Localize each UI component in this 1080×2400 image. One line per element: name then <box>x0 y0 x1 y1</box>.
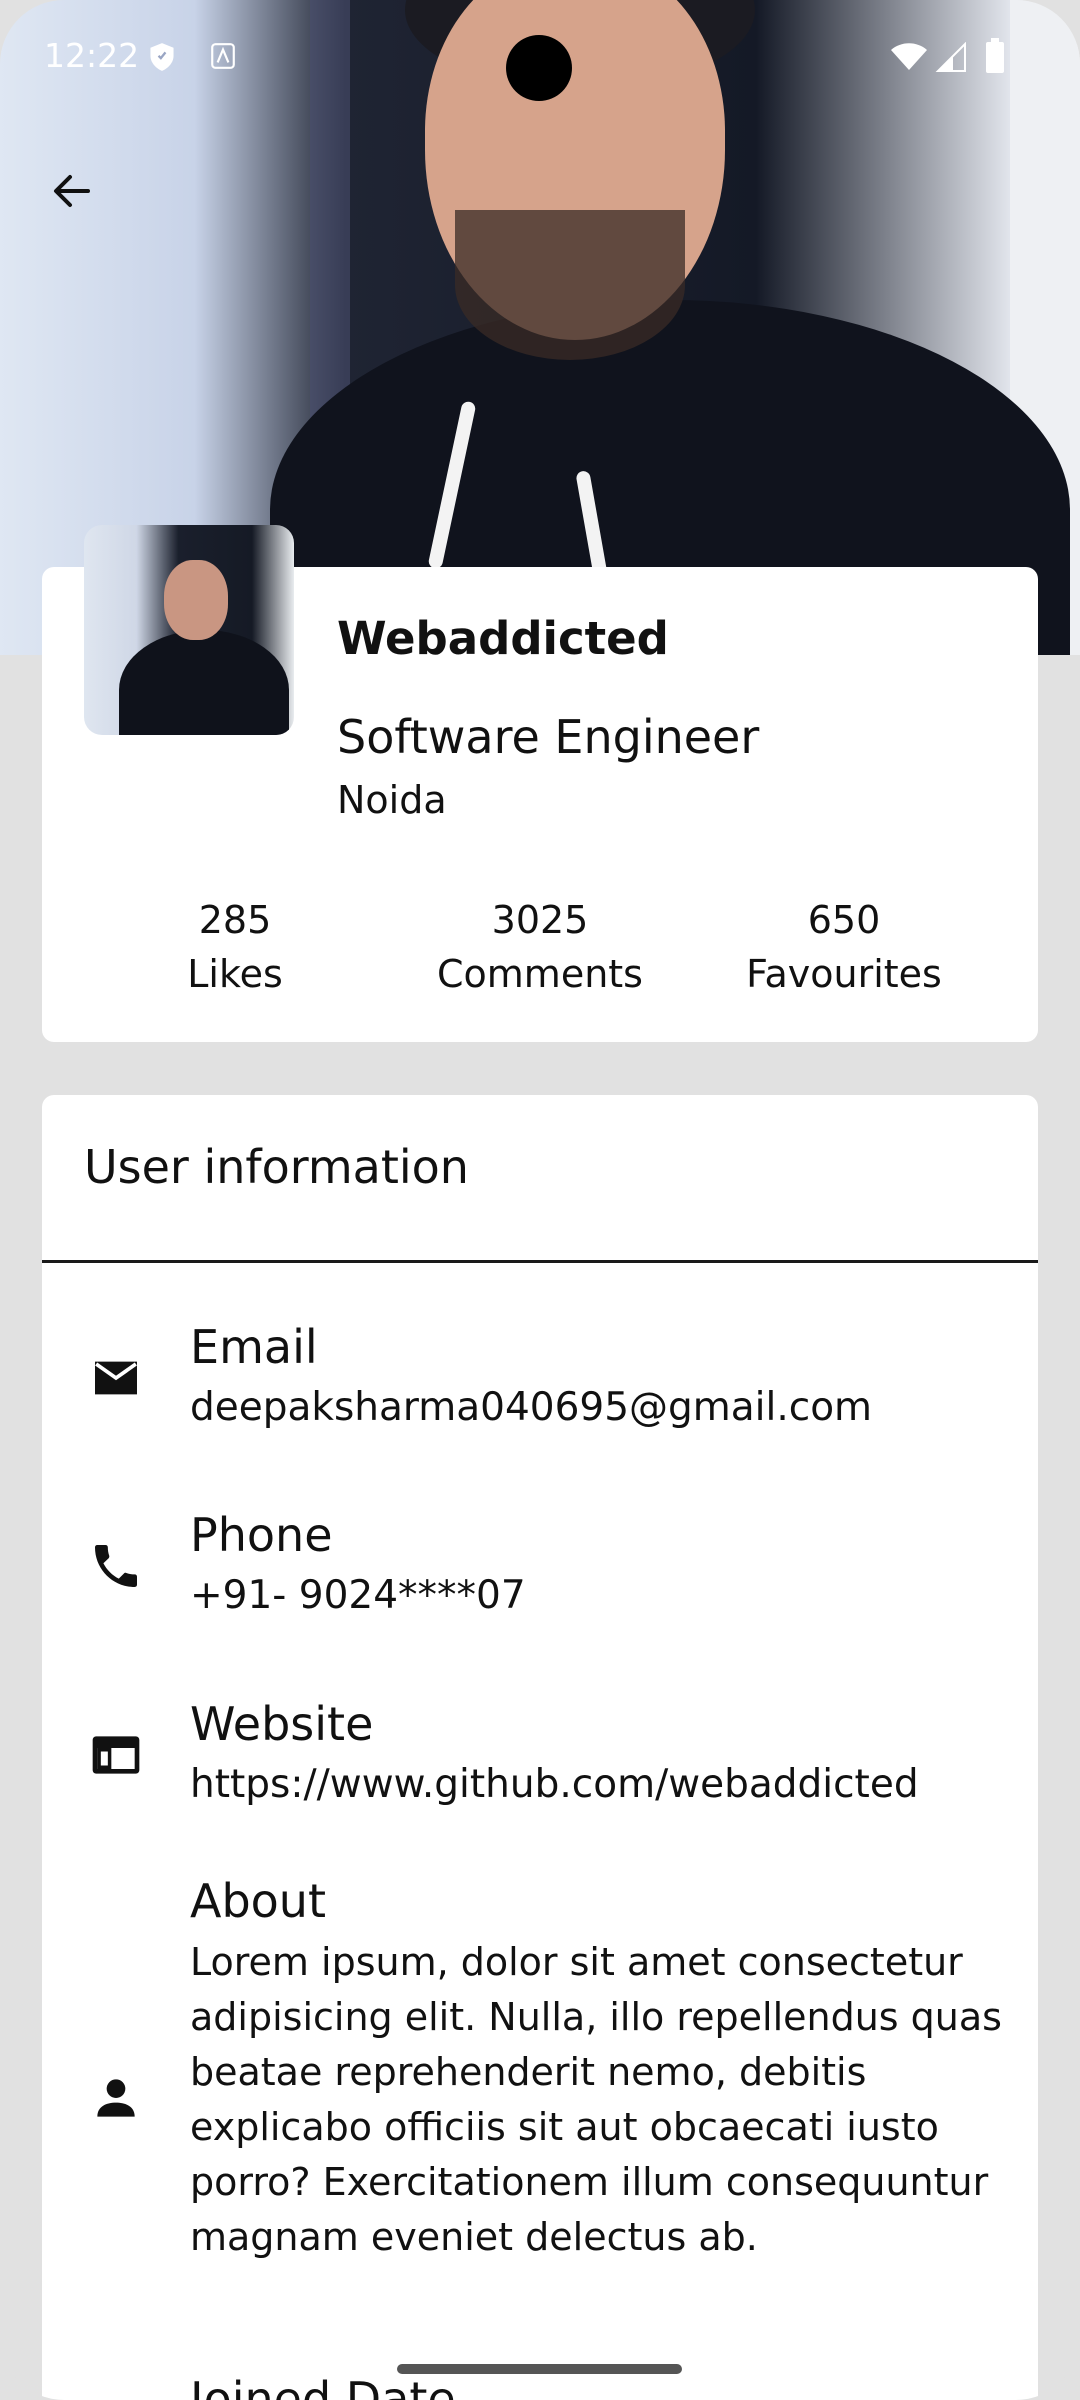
arrow-left-icon <box>48 167 96 219</box>
profile-role: Software Engineer <box>337 710 760 764</box>
avatar[interactable] <box>84 525 294 735</box>
user-info-title: User information <box>84 1140 469 1194</box>
gesture-nav-handle[interactable] <box>397 2364 682 2374</box>
shield-icon <box>148 42 176 71</box>
web-icon <box>84 1723 148 1787</box>
website-value[interactable]: https://www.github.com/webaddicted <box>190 1762 919 1807</box>
signal-icon <box>935 41 967 72</box>
status-bar: 12:22 <box>0 0 1080 120</box>
about-value: Lorem ipsum, dolor sit amet consectetur … <box>190 1940 1002 2259</box>
phone-value[interactable]: +91- 9024****07 <box>190 1573 526 1618</box>
person-icon <box>84 2066 148 2130</box>
back-button[interactable] <box>44 165 100 221</box>
phone-label: Phone <box>190 1508 333 1562</box>
website-label: Website <box>190 1697 374 1751</box>
camera-cutout <box>506 35 572 101</box>
mail-icon <box>84 1346 148 1410</box>
app-icon <box>210 42 238 70</box>
status-time: 12:22 <box>44 36 140 75</box>
stat-label: Likes <box>187 952 283 996</box>
stat-favourites[interactable]: 650 Favourites <box>714 893 974 1001</box>
divider <box>42 1260 1038 1263</box>
stat-label: Favourites <box>746 952 942 996</box>
stat-value: 3025 <box>491 898 589 942</box>
stat-value: 285 <box>198 898 272 942</box>
email-label: Email <box>190 1320 318 1374</box>
email-value[interactable]: deepaksharma040695@gmail.com <box>190 1385 872 1430</box>
wifi-icon <box>890 42 928 70</box>
screen: 12:22 Webaddicted Software Engineer Noid… <box>0 0 1080 2400</box>
joined-date-label: Joined Date <box>190 2372 456 2400</box>
stat-likes[interactable]: 285 Likes <box>105 893 365 1001</box>
phone-icon <box>84 1534 148 1598</box>
profile-location: Noida <box>337 778 447 822</box>
stat-label: Comments <box>437 952 643 996</box>
stat-comments[interactable]: 3025 Comments <box>410 893 670 1001</box>
about-label: About <box>190 1874 327 1928</box>
profile-name: Webaddicted <box>337 612 669 665</box>
battery-icon <box>985 38 1005 74</box>
stat-value: 650 <box>807 898 881 942</box>
